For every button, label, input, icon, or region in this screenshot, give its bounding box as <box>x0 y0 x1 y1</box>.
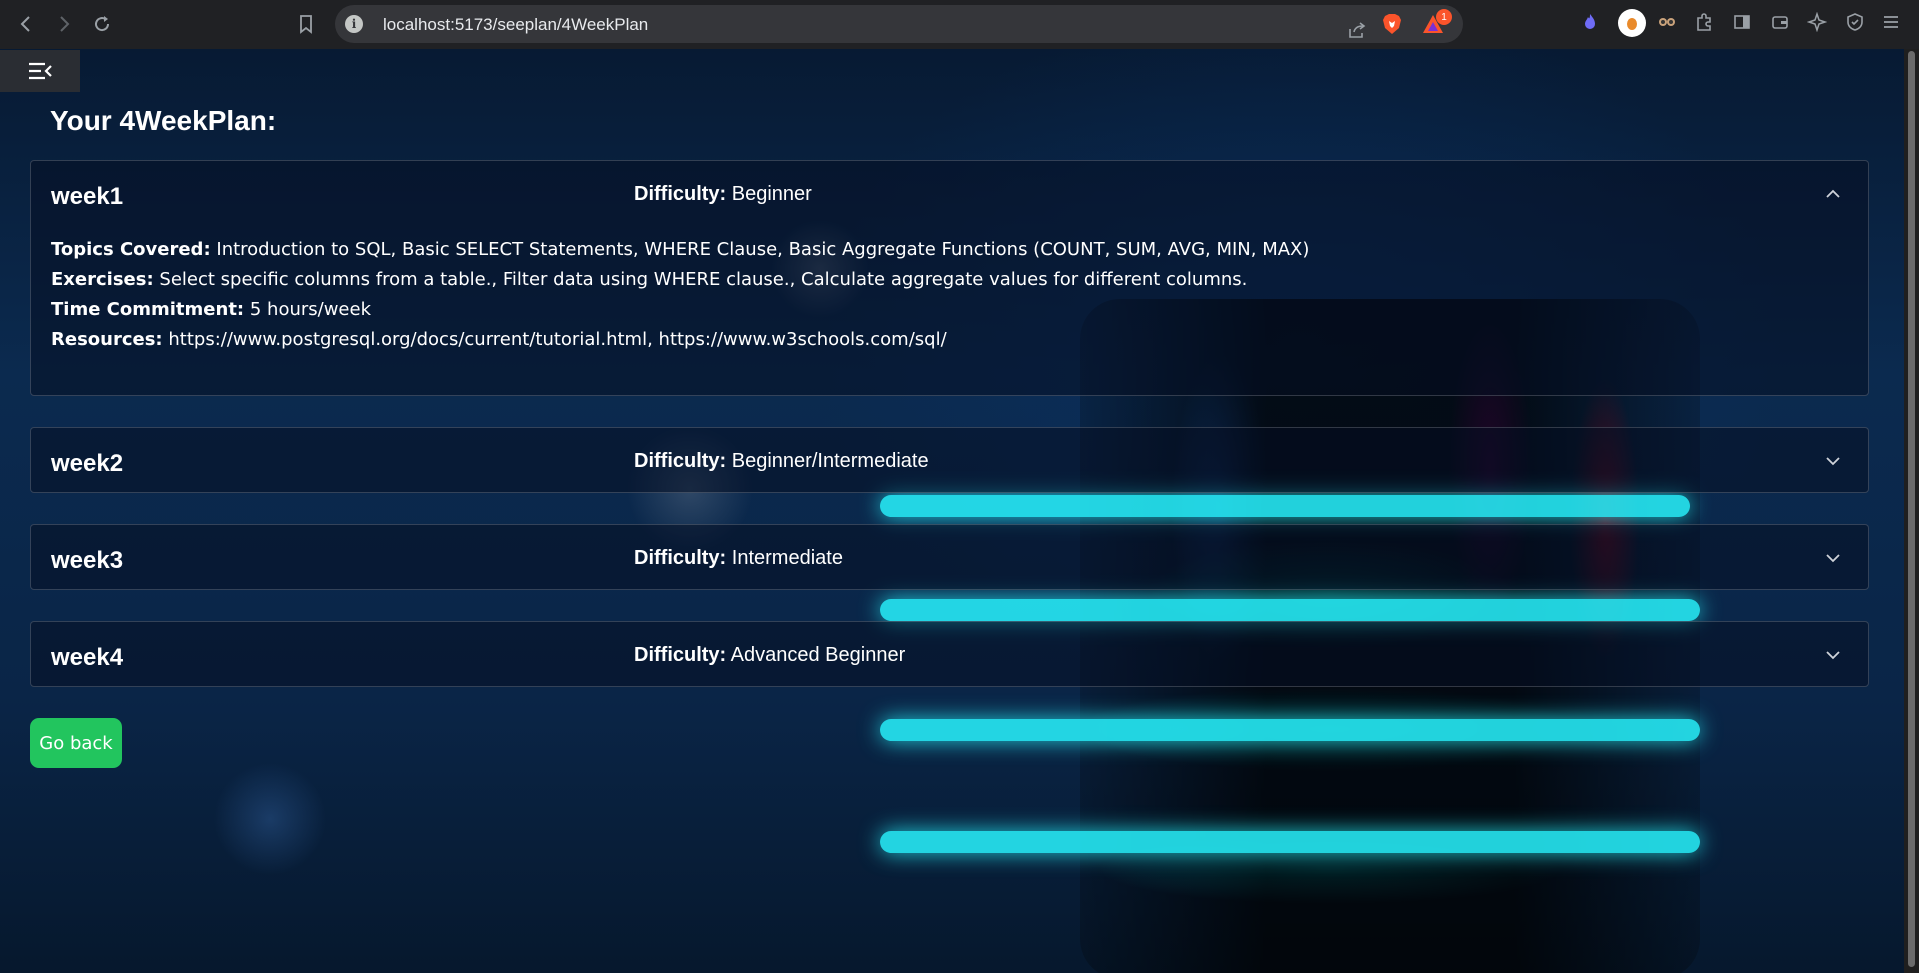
difficulty-label: Difficulty: <box>634 644 727 666</box>
topics-row: Topics Covered: Introduction to SQL, Bas… <box>51 235 1848 265</box>
difficulty-label: Difficulty: <box>634 183 727 205</box>
puzzle-icon[interactable] <box>1692 10 1716 34</box>
week-header[interactable]: week4 Difficulty: Advanced Beginner <box>31 622 1868 686</box>
week-accordion-1: week1 Difficulty: Beginner Topics Covere… <box>30 160 1869 396</box>
page-content: Your 4WeekPlan: week1 Difficulty: Beginn… <box>0 49 1904 973</box>
extension-avatar-icon[interactable] <box>1618 9 1646 37</box>
sidebar-toggle-button[interactable] <box>0 50 80 92</box>
topics-value: Introduction to SQL, Basic SELECT Statem… <box>216 239 1310 260</box>
topics-label: Topics Covered: <box>51 239 211 260</box>
week-header[interactable]: week2 Difficulty: Beginner/Intermediate <box>31 428 1868 492</box>
chevron-down-icon[interactable] <box>1824 646 1842 664</box>
page-title: Your 4WeekPlan: <box>50 105 277 136</box>
difficulty-label: Difficulty: <box>634 450 727 472</box>
vpn-shield-icon[interactable] <box>1843 10 1867 34</box>
address-bar[interactable]: i localhost:5173/seeplan/4WeekPlan 1 <box>335 5 1463 43</box>
background-glow-ring <box>880 495 1690 517</box>
time-row: Time Commitment: 5 hours/week <box>51 295 1848 325</box>
chevron-down-icon[interactable] <box>1824 549 1842 567</box>
menu-icon[interactable] <box>1879 10 1903 34</box>
difficulty: Difficulty: Advanced Beginner <box>634 644 905 667</box>
time-value: 5 hours/week <box>249 299 371 320</box>
sidebar-panel-icon[interactable] <box>1730 10 1754 34</box>
site-info-icon[interactable]: i <box>345 15 363 33</box>
week-accordion-4[interactable]: week4 Difficulty: Advanced Beginner <box>30 621 1869 687</box>
week-name: week4 <box>51 644 124 671</box>
week-header[interactable]: week1 Difficulty: Beginner <box>31 161 1868 225</box>
time-label: Time Commitment: <box>51 299 245 320</box>
exercises-value: Select specific columns from a table., F… <box>159 269 1248 290</box>
difficulty: Difficulty: Beginner/Intermediate <box>634 450 929 473</box>
extension-glasses-icon[interactable] <box>1655 10 1679 34</box>
rewards-badge: 1 <box>1436 9 1452 25</box>
background-glow-ring <box>880 719 1700 741</box>
week-details: Topics Covered: Introduction to SQL, Bas… <box>31 225 1868 373</box>
back-icon[interactable] <box>8 6 44 42</box>
difficulty-label: Difficulty: <box>634 547 727 569</box>
wallet-icon[interactable] <box>1768 10 1792 34</box>
bookmark-icon[interactable] <box>288 6 324 42</box>
chevron-down-icon[interactable] <box>1824 452 1842 470</box>
difficulty: Difficulty: Beginner <box>634 183 812 206</box>
week-name: week1 <box>51 183 124 210</box>
difficulty-value: Intermediate <box>731 547 843 569</box>
reload-icon[interactable] <box>84 6 120 42</box>
exercises-row: Exercises: Select specific columns from … <box>51 265 1848 295</box>
exercises-label: Exercises: <box>51 269 154 290</box>
collapse-sidebar-icon <box>29 62 52 80</box>
resources-label: Resources: <box>51 329 163 350</box>
share-icon[interactable] <box>1339 12 1375 48</box>
resources-value[interactable]: https://www.postgresql.org/docs/current/… <box>168 329 946 350</box>
week-name: week3 <box>51 547 124 574</box>
forward-icon[interactable] <box>46 6 82 42</box>
browser-toolbar: i localhost:5173/seeplan/4WeekPlan 1 <box>0 0 1919 49</box>
page-scrollbar[interactable] <box>1904 49 1919 973</box>
difficulty-value: Beginner <box>731 183 812 205</box>
week-header[interactable]: week3 Difficulty: Intermediate <box>31 525 1868 589</box>
chevron-up-icon[interactable] <box>1824 185 1842 203</box>
brave-shields-icon[interactable] <box>1381 13 1403 35</box>
scrollbar-thumb[interactable] <box>1908 51 1915 967</box>
url-text[interactable]: localhost:5173/seeplan/4WeekPlan <box>383 15 648 35</box>
week-name: week2 <box>51 450 124 477</box>
extension-flame-icon[interactable] <box>1578 10 1602 34</box>
difficulty: Difficulty: Intermediate <box>634 547 843 570</box>
week-accordion-2[interactable]: week2 Difficulty: Beginner/Intermediate <box>30 427 1869 493</box>
background-glow-ring <box>880 599 1700 621</box>
difficulty-value: Beginner/Intermediate <box>731 450 929 472</box>
week-accordion-3[interactable]: week3 Difficulty: Intermediate <box>30 524 1869 590</box>
background-glow-ring <box>880 831 1700 853</box>
go-back-button[interactable]: Go back <box>30 718 122 768</box>
difficulty-value: Advanced Beginner <box>730 644 906 666</box>
resources-row: Resources: https://www.postgresql.org/do… <box>51 325 1848 355</box>
leo-ai-icon[interactable] <box>1805 10 1829 34</box>
